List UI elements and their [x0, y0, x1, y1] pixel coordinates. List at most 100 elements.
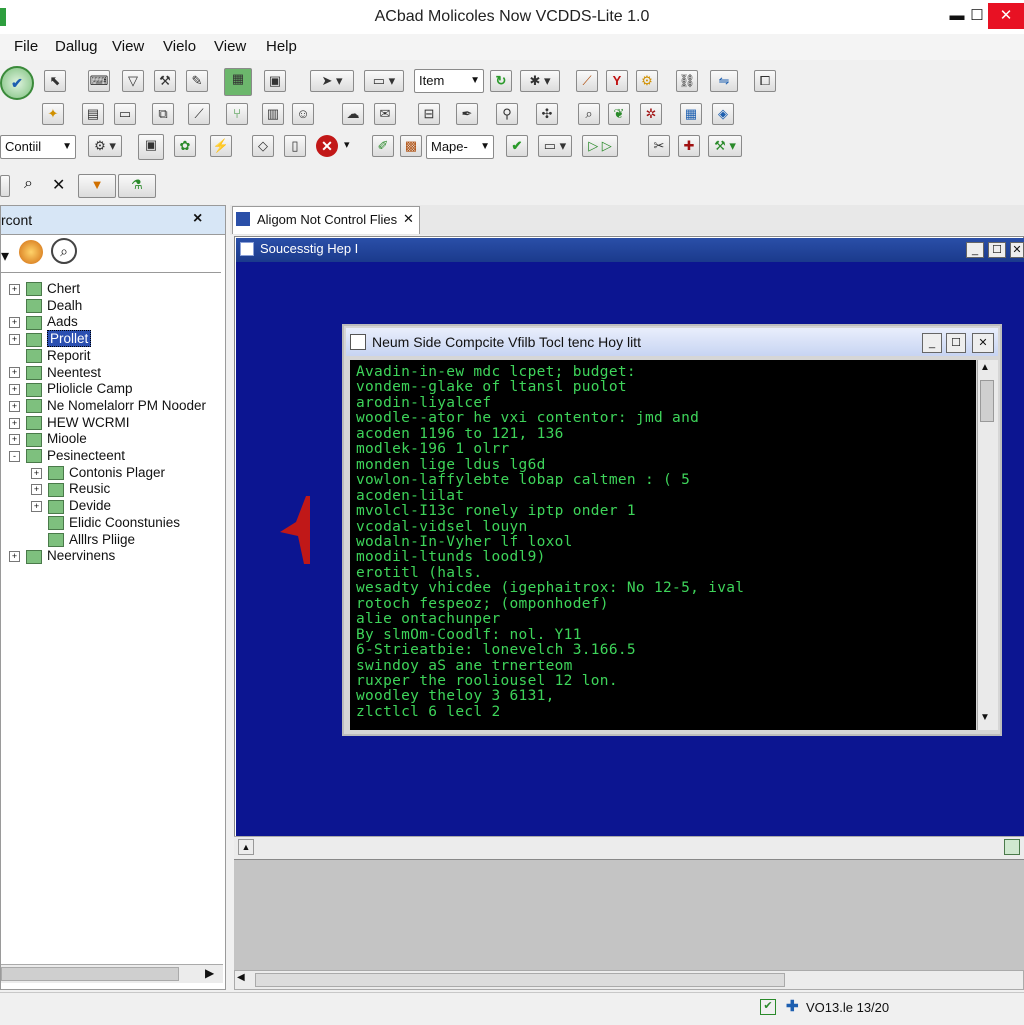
- panel-icon[interactable]: [0, 175, 10, 197]
- console-scroll-down[interactable]: ▼: [980, 712, 990, 723]
- search-icon[interactable]: ⌕: [24, 175, 33, 193]
- bug-icon[interactable]: ✲: [640, 103, 662, 125]
- tree-item[interactable]: + Aads: [9, 314, 78, 330]
- cloud-icon[interactable]: ☁: [342, 103, 364, 125]
- ruler-icon[interactable]: ⊟: [418, 103, 440, 125]
- window-dropdown-icon[interactable]: ▭ ▾: [364, 70, 404, 92]
- globe-orange-icon[interactable]: [19, 240, 43, 264]
- expand-icon[interactable]: +: [9, 283, 20, 295]
- tree-item[interactable]: + Reusic: [31, 481, 110, 497]
- expand-icon[interactable]: +: [9, 417, 20, 429]
- tree-item[interactable]: - Pesinecteent: [9, 448, 125, 464]
- left-hscroll-thumb[interactable]: [1, 967, 179, 981]
- page-icon[interactable]: ▯: [284, 135, 306, 157]
- box-icon[interactable]: ▩: [400, 135, 422, 157]
- monitor-icon[interactable]: ▭: [114, 103, 136, 125]
- expand-icon[interactable]: +: [9, 334, 20, 346]
- tool-icon[interactable]: ⚒: [154, 70, 176, 92]
- tree-item[interactable]: + Neervinens: [9, 548, 115, 564]
- control-dropdown[interactable]: Contiil ▼: [0, 135, 76, 159]
- keyboard-icon[interactable]: ⌨: [88, 70, 110, 92]
- refresh-icon[interactable]: ↻: [490, 70, 512, 92]
- settings-dropdown-icon[interactable]: ⚙ ▾: [88, 135, 122, 157]
- pin-small-icon[interactable]: ▾: [1, 246, 9, 266]
- search-doc-icon[interactable]: ⌕: [578, 103, 600, 125]
- console-maximize-button[interactable]: ☐: [946, 333, 966, 353]
- flask-icon[interactable]: ⚗: [118, 174, 156, 198]
- tree-item[interactable]: + Contonis Plager: [31, 465, 165, 481]
- console-scroll-thumb[interactable]: [980, 380, 994, 422]
- bolt-icon[interactable]: ⚡: [210, 135, 232, 157]
- expand-icon[interactable]: +: [9, 317, 20, 329]
- check-icon[interactable]: ✔: [0, 66, 34, 100]
- diamond-icon[interactable]: ◇: [252, 135, 274, 157]
- wrench-dropdown-icon[interactable]: ⚒ ▾: [708, 135, 742, 157]
- scroll-right-arrow[interactable]: ▶: [205, 966, 214, 980]
- console-scrollbar[interactable]: ▲ ▼: [977, 360, 998, 730]
- console-scroll-up[interactable]: ▲: [980, 362, 990, 373]
- menu-view-2[interactable]: View: [214, 38, 246, 55]
- expand-icon[interactable]: +: [31, 501, 42, 513]
- chart-icon[interactable]: ▦: [224, 68, 252, 96]
- layout-icon[interactable]: ▥: [262, 103, 284, 125]
- close-button[interactable]: ✕: [988, 3, 1024, 29]
- tree-item[interactable]: Dealh: [9, 298, 82, 314]
- menu-view[interactable]: View: [112, 38, 144, 55]
- gear-icon[interactable]: ⚙: [636, 70, 658, 92]
- tree-item[interactable]: + Neentest: [9, 365, 101, 381]
- frame-icon[interactable]: ⧠: [754, 70, 776, 92]
- branch-icon[interactable]: ⑂: [226, 103, 248, 125]
- tab-document[interactable]: Aligom Not Control Flies ✕: [232, 206, 420, 234]
- flower-icon[interactable]: ✿: [174, 135, 196, 157]
- doc-scroll-up[interactable]: ▲: [238, 839, 254, 855]
- tree-item[interactable]: Reporit: [9, 348, 91, 364]
- expand-icon[interactable]: +: [9, 384, 20, 396]
- tree-item[interactable]: Elidic Coonstunies: [31, 515, 180, 531]
- inner-minimize-button[interactable]: _: [966, 242, 984, 258]
- tree-item[interactable]: + HEW WCRMI: [9, 415, 129, 431]
- leaf-icon[interactable]: ❦: [608, 103, 630, 125]
- filter-funnel-icon[interactable]: ▼: [78, 174, 116, 198]
- expand-icon[interactable]: +: [9, 434, 20, 446]
- stop-icon[interactable]: ✕: [316, 135, 338, 157]
- expand-icon[interactable]: +: [31, 484, 42, 496]
- document-tab-close[interactable]: ✕: [403, 211, 414, 227]
- pencil-icon[interactable]: ✎: [186, 70, 208, 92]
- user-icon[interactable]: ☺: [292, 103, 314, 125]
- arrow-dropdown-icon[interactable]: ➤ ▾: [310, 70, 354, 92]
- play-icon[interactable]: ▷ ▷: [582, 135, 618, 157]
- console-close-button[interactable]: ✕: [972, 333, 994, 353]
- tree-item[interactable]: + Devide: [31, 498, 111, 514]
- magnifier-icon[interactable]: ⌕: [51, 238, 77, 264]
- menu-vielo[interactable]: Vielo: [163, 38, 196, 55]
- menu-file[interactable]: File: [14, 38, 38, 55]
- tree-item[interactable]: + Chert: [9, 281, 80, 297]
- menu-help[interactable]: Help: [266, 38, 297, 55]
- screen-dropdown-icon[interactable]: ▭ ▾: [538, 135, 572, 157]
- bottom-hscrollbar[interactable]: ◀: [234, 970, 1024, 990]
- picture-icon[interactable]: ▤: [82, 103, 104, 125]
- left-panel-close[interactable]: ×: [193, 210, 202, 228]
- tree-item[interactable]: Alllrs Pliige: [31, 532, 135, 548]
- image-icon[interactable]: ▣: [264, 70, 286, 92]
- star-dropdown-icon[interactable]: ✱ ▾: [520, 70, 560, 92]
- left-hscrollbar[interactable]: ▶: [1, 964, 223, 983]
- menu-dallug[interactable]: Dallug: [55, 38, 98, 55]
- copy-icon[interactable]: ⧉: [152, 103, 174, 125]
- bed-icon[interactable]: ⇋: [710, 70, 738, 92]
- cut-icon[interactable]: ✂: [648, 135, 670, 157]
- link-icon[interactable]: ⛓: [676, 70, 698, 92]
- expand-icon[interactable]: +: [9, 400, 20, 412]
- doc-scroll-corner[interactable]: [1004, 839, 1020, 855]
- pointer-icon[interactable]: ⬉: [44, 70, 66, 92]
- document-hscrollbar[interactable]: ▲: [234, 836, 1024, 859]
- mail-icon[interactable]: ✉: [374, 103, 396, 125]
- expand-icon[interactable]: +: [9, 551, 20, 563]
- pen-icon[interactable]: ✒: [456, 103, 478, 125]
- bottom-scroll-left[interactable]: ◀: [237, 972, 245, 983]
- checkmark-icon[interactable]: ✔: [506, 135, 528, 157]
- wand-icon[interactable]: ✦: [42, 103, 64, 125]
- line-icon[interactable]: ⟋: [188, 103, 210, 125]
- mape-dropdown[interactable]: Mape- ▼: [426, 135, 494, 159]
- grid-icon[interactable]: ▦: [680, 103, 702, 125]
